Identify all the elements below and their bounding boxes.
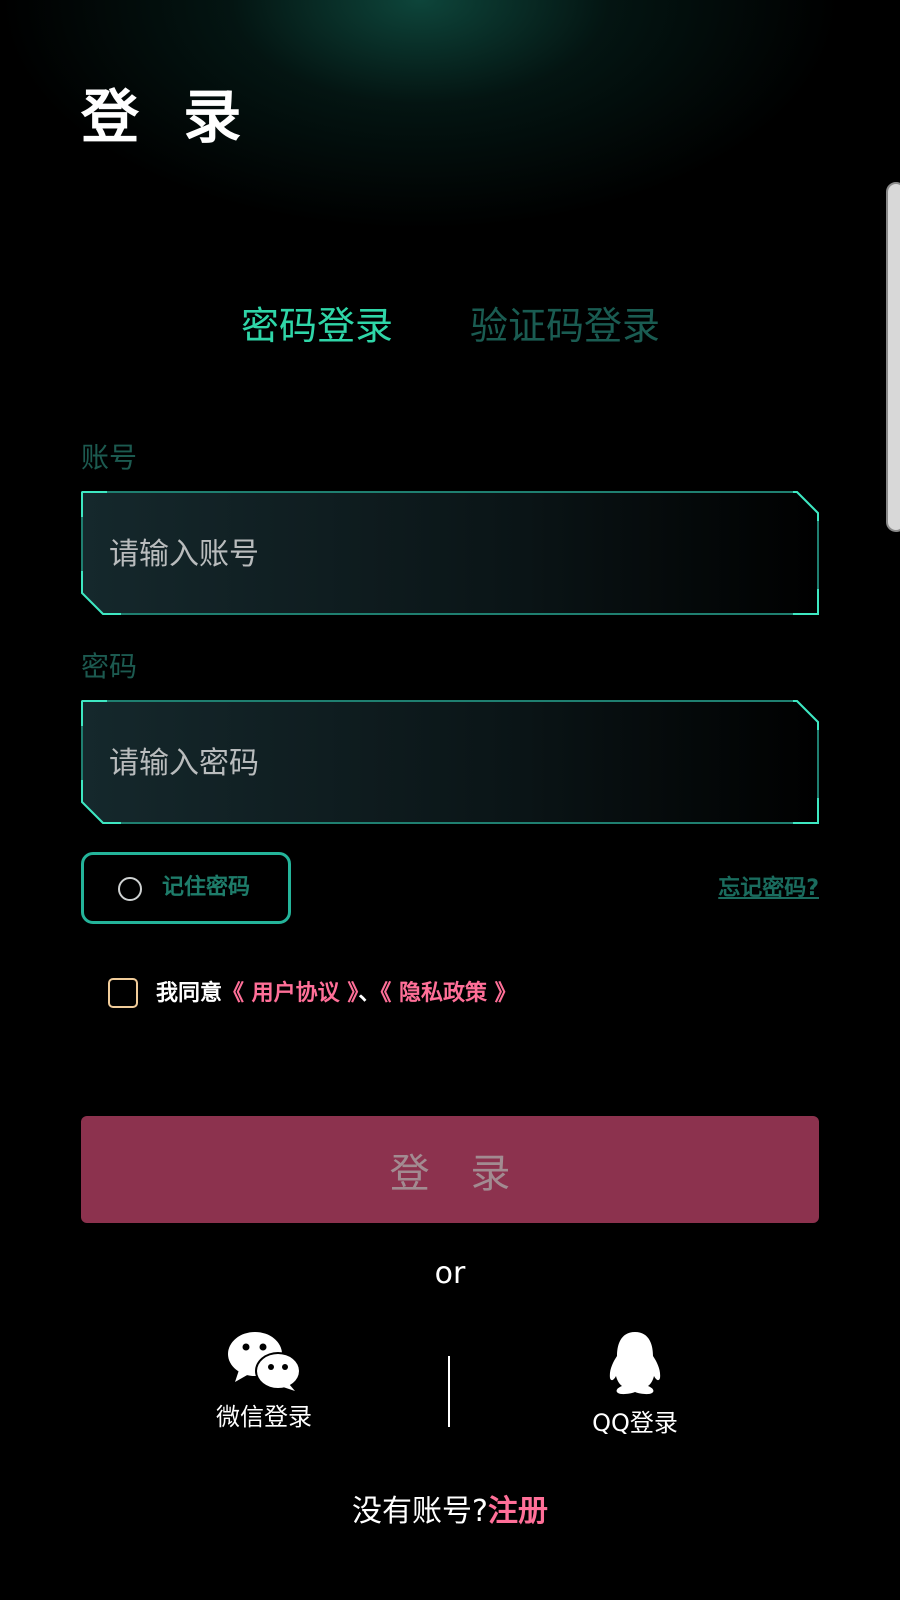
wechat-login-button[interactable]: 微信登录 (184, 1330, 344, 1450)
tab-password-login[interactable]: 密码登录 (241, 300, 393, 352)
agreement-separator: 、 (358, 981, 381, 1006)
page-title: 登 录 (81, 83, 254, 151)
qq-penguin-icon (609, 1332, 661, 1395)
register-link[interactable]: 注册 (488, 1494, 548, 1529)
password-input[interactable] (107, 730, 791, 796)
tab-code-login[interactable]: 验证码登录 (470, 300, 660, 352)
remember-password-label: 记住密码 (162, 875, 251, 900)
forgot-password-link[interactable]: 忘记密码? (718, 874, 819, 904)
password-field[interactable] (81, 700, 819, 824)
wechat-icon (228, 1332, 301, 1391)
agreement-checkbox[interactable] (108, 978, 138, 1008)
agreement-text: 我同意《 用户协议 》、《 隐私政策 》 (156, 978, 517, 1010)
account-field[interactable] (81, 491, 819, 615)
register-prompt: 没有账号?注册 (0, 1492, 900, 1532)
user-agreement-link[interactable]: 《 用户协议 》 (222, 981, 358, 1006)
privacy-policy-link[interactable]: 《 隐私政策 》 (380, 981, 516, 1006)
register-prompt-text: 没有账号? (352, 1494, 488, 1529)
login-tabs: 密码登录 验证码登录 (0, 300, 900, 360)
qq-login-label: QQ登录 (592, 1409, 678, 1437)
or-divider-text: or (434, 1256, 466, 1291)
agreement-prefix: 我同意 (156, 981, 223, 1006)
password-label: 密码 (81, 650, 138, 683)
qq-login-button[interactable]: QQ登录 (555, 1330, 715, 1450)
account-input[interactable] (107, 521, 791, 587)
wechat-login-label: 微信登录 (216, 1403, 312, 1431)
social-divider (448, 1356, 450, 1427)
login-button[interactable]: 登 录 (81, 1116, 819, 1223)
remember-radio-icon[interactable] (118, 877, 142, 901)
account-label: 账号 (81, 441, 138, 474)
remember-password-toggle[interactable]: 记住密码 (81, 852, 291, 924)
